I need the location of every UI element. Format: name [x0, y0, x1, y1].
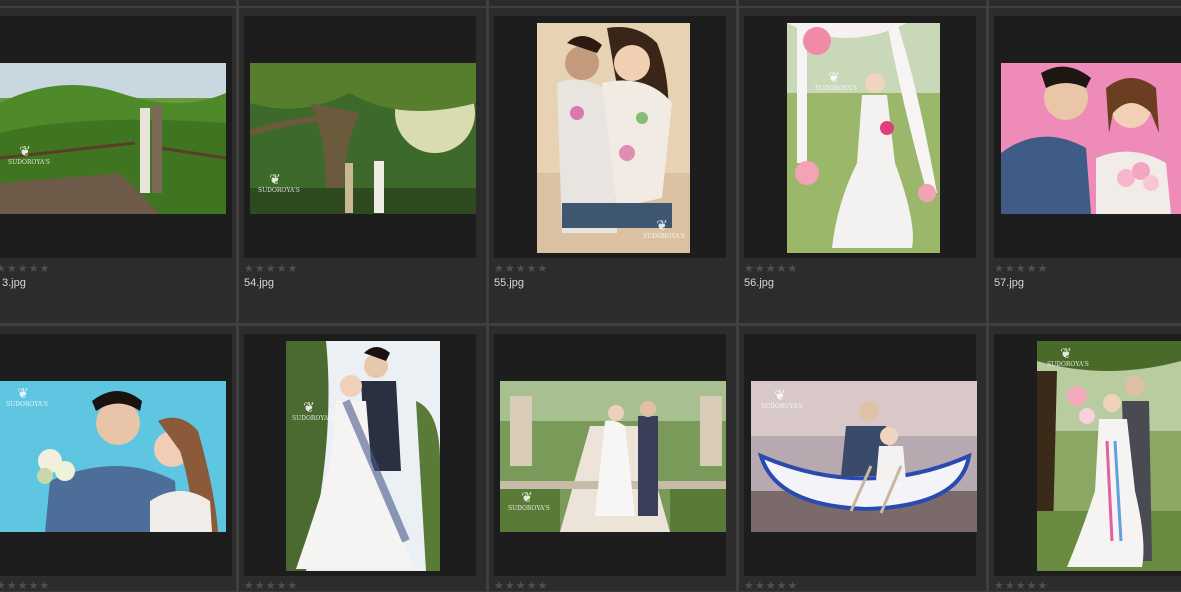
- thumbnail-image[interactable]: ❦ SUDOROYA'S: [286, 341, 440, 571]
- watermark-text: SUDOROYA'S: [508, 505, 550, 512]
- file-name: 54.jpg: [244, 277, 274, 289]
- thumbnail-cell[interactable]: ❦ SUDOROYA'S ★★★★★: [0, 326, 239, 592]
- rating-stars[interactable]: ★★★★★: [744, 262, 798, 275]
- bride-photo: [787, 23, 940, 253]
- watermark-text: SUDOROYA'S: [643, 233, 685, 240]
- column-divider: [736, 0, 739, 8]
- thumbnail-cell[interactable]: ★★★★★ 57.jpg: [989, 8, 1181, 326]
- watermark-text: SUDOROYA'S: [6, 401, 48, 408]
- thumbnail-cell[interactable]: ❦ SUDOROYA'S ★★★★★: [239, 326, 489, 592]
- thumbnail-image[interactable]: ❦ SUDOROYA'S: [0, 381, 226, 532]
- thumbnail-cell[interactable]: ❦ SUDOROYA'S ★★★★★ 55.jpg: [489, 8, 739, 326]
- rating-stars[interactable]: ★★★★★: [494, 579, 548, 592]
- watermark-logo: ❦ SUDOROYA'S: [258, 172, 300, 194]
- watermark-logo: ❦ SUDOROYA'S: [292, 400, 334, 422]
- rating-stars[interactable]: ★★★★★: [744, 579, 798, 592]
- thumbnail-grid: ❦ SUDOROYA'S ★★★★★ 3.jpg ❦ SUDOROYA'S ★★★★…: [0, 0, 1181, 592]
- file-name: 56.jpg: [744, 277, 774, 289]
- watermark-logo: ❦ SUDOROYA'S: [1047, 346, 1089, 368]
- column-divider: [486, 0, 489, 8]
- watermark-logo: ❦ SUDOROYA'S: [508, 490, 550, 512]
- rating-stars[interactable]: ★★★★★: [244, 262, 298, 275]
- rating-stars[interactable]: ★★★★★: [494, 262, 548, 275]
- watermark-text: SUDOROYA'S: [761, 403, 803, 410]
- column-divider: [986, 0, 989, 8]
- thumbnail-image[interactable]: ❦ SUDOROYA'S: [500, 381, 726, 532]
- garden-dress-photo: [286, 341, 440, 571]
- thumbnail-cell[interactable]: ❦ SUDOROYA'S ★★★★★ 54.jpg: [239, 8, 489, 326]
- thumbnail-cell[interactable]: ❦ SUDOROYA'S ★★★★★ 56.jpg: [739, 8, 989, 326]
- watermark-text: SUDOROYA'S: [258, 187, 300, 194]
- watermark-text: SUDOROYA'S: [815, 85, 857, 92]
- watermark-text: SUDOROYA'S: [1047, 361, 1089, 368]
- thumbnail-cell[interactable]: ❦ SUDOROYA'S ★★★★★: [989, 326, 1181, 592]
- file-name: 3.jpg: [2, 277, 26, 289]
- tree-couple-photo: [1037, 341, 1181, 571]
- top-strip: [0, 0, 1181, 8]
- rating-stars[interactable]: ★★★★★: [994, 262, 1048, 275]
- file-name: 55.jpg: [494, 277, 524, 289]
- column-divider: [236, 0, 239, 8]
- watermark-logo: ❦ SUDOROYA'S: [8, 144, 50, 166]
- thumbnail-cell[interactable]: ❦ SUDOROYA'S ★★★★★ 3.jpg: [0, 8, 239, 326]
- thumbnail-image[interactable]: ❦ SUDOROYA'S: [0, 63, 226, 214]
- watermark-logo: ❦ SUDOROYA'S: [761, 388, 803, 410]
- thumbnail-image[interactable]: ❦ SUDOROYA'S: [250, 63, 476, 214]
- rating-stars[interactable]: ★★★★★: [244, 579, 298, 592]
- thumbnail-image[interactable]: ❦ SUDOROYA'S: [537, 23, 690, 253]
- watermark-text: SUDOROYA'S: [8, 159, 50, 166]
- file-name: 57.jpg: [994, 277, 1024, 289]
- watermark-logo: ❦ SUDOROYA'S: [815, 70, 857, 92]
- thumbnail-image[interactable]: ❦ SUDOROYA'S: [1037, 341, 1181, 571]
- watermark-logo: ❦ SUDOROYA'S: [6, 386, 48, 408]
- pink-bg-photo: [1001, 63, 1181, 214]
- rating-stars[interactable]: ★★★★★: [0, 579, 50, 592]
- watermark-text: SUDOROYA'S: [292, 415, 334, 422]
- thumbnail-cell[interactable]: ❦ SUDOROYA'S ★★★★★: [739, 326, 989, 592]
- rating-stars[interactable]: ★★★★★: [994, 579, 1048, 592]
- thumbnail-image[interactable]: ❦ SUDOROYA'S: [787, 23, 940, 253]
- thumbnail-cell[interactable]: ❦ SUDOROYA'S ★★★★★: [489, 326, 739, 592]
- thumbnail-image[interactable]: ❦ SUDOROYA'S: [751, 381, 977, 532]
- watermark-logo: ❦ SUDOROYA'S: [643, 218, 685, 240]
- rating-stars[interactable]: ★★★★★: [0, 262, 50, 275]
- thumbnail-image[interactable]: [1001, 63, 1181, 214]
- bridge-photo: [0, 63, 226, 214]
